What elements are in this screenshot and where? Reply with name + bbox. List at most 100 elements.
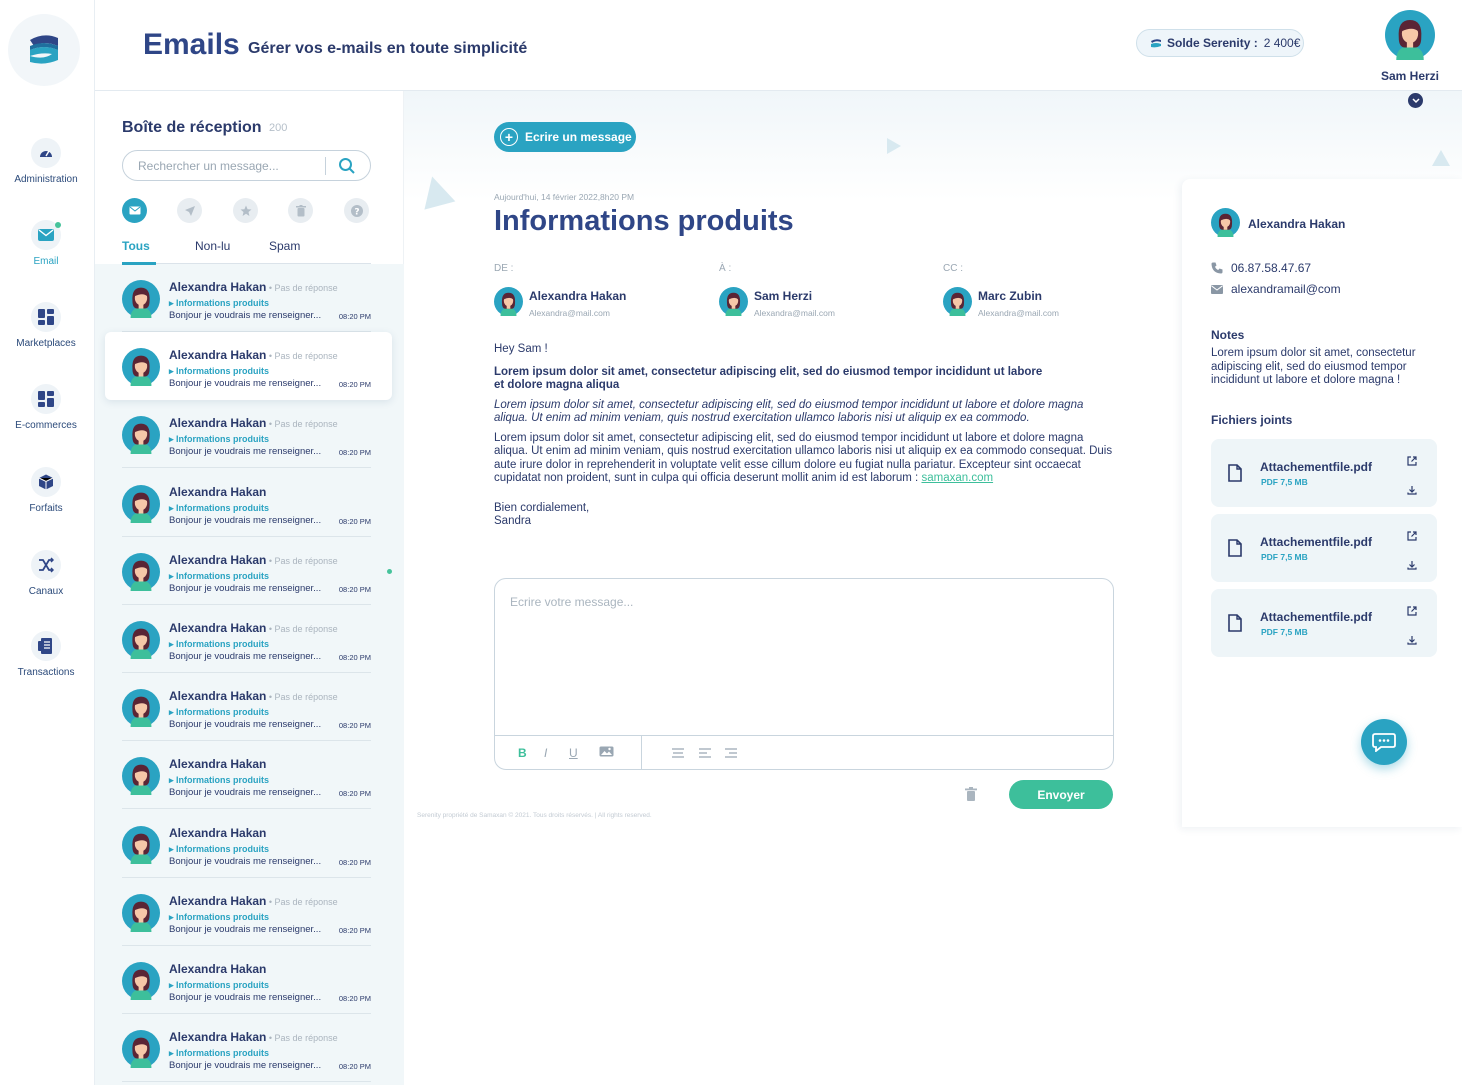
download-icon[interactable] — [1407, 482, 1417, 500]
avatar-icon — [122, 416, 160, 455]
underline-button[interactable]: U — [569, 746, 578, 760]
open-external-icon[interactable] — [1407, 528, 1417, 546]
message-list-item[interactable]: Alexandra Hakan • Pas de réponse ▸ Inform… — [122, 264, 371, 332]
avatar — [122, 484, 160, 528]
message-subject: ▸ Informations produits — [169, 1048, 270, 1059]
nav-item-forfaits[interactable]: Forfaits — [0, 467, 92, 514]
nav-item-label: Administration — [14, 174, 78, 185]
search-input[interactable]: Rechercher un message... — [122, 150, 371, 181]
discard-trash-icon[interactable] — [965, 787, 977, 807]
avatar-icon — [122, 689, 160, 728]
filter-star-icon[interactable] — [233, 198, 258, 223]
message-list-item[interactable]: Alexandra Hakan • Pas de réponse ▸ Inform… — [122, 537, 371, 605]
message-sender-name: Alexandra Hakan — [169, 825, 267, 840]
nav-item-canaux[interactable]: Canaux — [0, 550, 92, 597]
nav-item-marketplaces[interactable]: Marketplaces — [0, 302, 92, 349]
contact-phone-text: 06.87.58.47.67 — [1231, 261, 1312, 275]
open-external-icon[interactable] — [1407, 603, 1417, 621]
page-subtitle: Gérer vos e-mails en toute simplicité — [248, 40, 528, 57]
nav-item-e-commerces[interactable]: E-commerces — [0, 384, 92, 431]
download-icon[interactable] — [1407, 557, 1417, 575]
cc-recipient[interactable]: Marc Zubin Alexandra@mail.com — [943, 287, 1059, 321]
attachment-size: PDF 7,5 MB — [1261, 477, 1308, 487]
open-external-icon[interactable] — [1407, 453, 1417, 471]
avatar — [122, 621, 160, 664]
attachment-size: PDF 7,5 MB — [1261, 627, 1308, 637]
message-link[interactable]: samaxan.com — [921, 472, 993, 484]
message-list-item[interactable]: Alexandra Hakan • Pas de réponse ▸ Inform… — [105, 332, 392, 401]
mail-icon — [1211, 284, 1223, 294]
tab-non-lu[interactable]: Non-lu — [195, 239, 230, 253]
avatar — [122, 825, 160, 869]
filter-sent-icon[interactable] — [177, 198, 202, 223]
nav-item-transactions[interactable]: Transactions — [0, 631, 92, 678]
filter-trash-icon[interactable] — [288, 198, 313, 223]
message-list-item[interactable]: Alexandra Hakan • Pas de réponse ▸ Inform… — [122, 878, 371, 946]
ecommerces-icon — [31, 384, 61, 414]
message-list-item[interactable]: Alexandra Hakan • Pas de réponse ▸ Inform… — [122, 400, 371, 469]
attachment-item[interactable]: Attachementfile.pdf PDF 7,5 MB — [1211, 514, 1437, 582]
attachment-item[interactable]: Attachementfile.pdf PDF 7,5 MB — [1211, 439, 1437, 507]
attachment-item[interactable]: Attachementfile.pdf PDF 7,5 MB — [1211, 589, 1437, 657]
sender[interactable]: Alexandra Hakan Alexandra@mail.com — [494, 287, 626, 321]
inbox-panel: Boîte de réception 200 Rechercher un mes… — [95, 91, 404, 1085]
message-subject-text: Informations produits — [176, 366, 270, 377]
reply-editor[interactable]: Ecrire votre message... B I U — [494, 578, 1114, 770]
to-label: À : — [719, 263, 732, 274]
user-menu[interactable]: Sam Herzi — [1380, 10, 1440, 83]
tab-tous[interactable]: Tous — [122, 239, 150, 253]
nav-item-administration[interactable]: Administration — [0, 138, 92, 185]
avatar-icon — [1211, 208, 1240, 237]
search-divider — [325, 157, 326, 175]
message-status-text: Pas de réponse — [274, 624, 338, 634]
nav-item-email[interactable]: Email — [0, 220, 92, 267]
contact-phone[interactable]: 06.87.58.47.67 — [1211, 261, 1311, 275]
message-subject: ▸ Informations produits — [169, 434, 270, 445]
message-list-item[interactable]: Alexandra Hakan • Pas de réponse ▸ Inform… — [122, 673, 371, 742]
align-left-icon[interactable] — [698, 747, 712, 761]
message-sender: Alexandra Hakan • Pas de réponse — [169, 621, 338, 635]
message-list-item[interactable]: Alexandra Hakan ▸ Informations produits Bo… — [122, 741, 371, 810]
message-subject-text: Informations produits — [176, 843, 270, 854]
solde-badge[interactable]: Solde Serenity : 2 400€ — [1136, 29, 1304, 57]
search-icon[interactable] — [338, 157, 356, 178]
image-icon[interactable] — [599, 746, 614, 760]
align-right-icon[interactable] — [724, 747, 738, 761]
filter-help-icon[interactable]: ? — [344, 198, 369, 223]
compose-button[interactable]: + Ecrire un message — [494, 122, 636, 152]
bold-button[interactable]: B — [518, 746, 527, 760]
message-status-text: Pas de réponse — [274, 555, 338, 566]
message-sender-name: Alexandra Hakan — [169, 689, 267, 704]
tab-spam[interactable]: Spam — [269, 239, 300, 253]
avatar — [122, 280, 160, 323]
message-list-item[interactable]: Alexandra Hakan ▸ Informations produits Bo… — [122, 469, 371, 537]
send-button[interactable]: Envoyer — [1009, 780, 1113, 809]
message-sender: Alexandra Hakan • Pas de réponse — [169, 1030, 338, 1044]
message-list-item[interactable]: Alexandra Hakan • Pas de réponse ▸ Inform… — [122, 1014, 371, 1083]
message-list: Alexandra Hakan • Pas de réponse ▸ Inform… — [95, 264, 404, 1085]
filter-all-mail-icon[interactable] — [122, 198, 147, 223]
message-subject-text: Informations produits — [176, 911, 270, 922]
message-list-item[interactable]: Alexandra Hakan ▸ Informations produits Bo… — [122, 810, 371, 878]
serenity-logo[interactable] — [8, 14, 80, 86]
recipient[interactable]: Sam Herzi Alexandra@mail.com — [719, 287, 835, 321]
download-icon[interactable] — [1407, 632, 1417, 650]
chevron-down-icon[interactable] — [1408, 93, 1423, 108]
contact-avatar — [1211, 208, 1240, 242]
message-closing: Bien cordialement, Sandra — [494, 502, 1114, 529]
align-center-icon[interactable] — [671, 747, 685, 761]
message-preview: Bonjour je voudrais me renseigner... — [169, 719, 322, 731]
message-status-text: Pas de réponse — [274, 1033, 338, 1044]
chat-bubble-icon[interactable] — [1361, 719, 1407, 765]
file-icon — [1228, 614, 1242, 637]
message-sender-name: Alexandra Hakan — [169, 962, 267, 976]
message-subject: ▸ Informations produits — [169, 639, 270, 649]
serenity-logo-icon — [30, 35, 58, 64]
contact-email[interactable]: alexandramail@com — [1211, 282, 1341, 296]
italic-button[interactable]: I — [544, 746, 547, 760]
message-list-item[interactable]: Alexandra Hakan • Pas de réponse ▸ Inform… — [122, 605, 371, 673]
toolbar-divider — [641, 736, 642, 770]
message-time: 08:20 PM — [338, 380, 371, 390]
avatar-icon — [122, 552, 160, 591]
message-list-item[interactable]: Alexandra Hakan ▸ Informations produits Bo… — [122, 946, 371, 1014]
